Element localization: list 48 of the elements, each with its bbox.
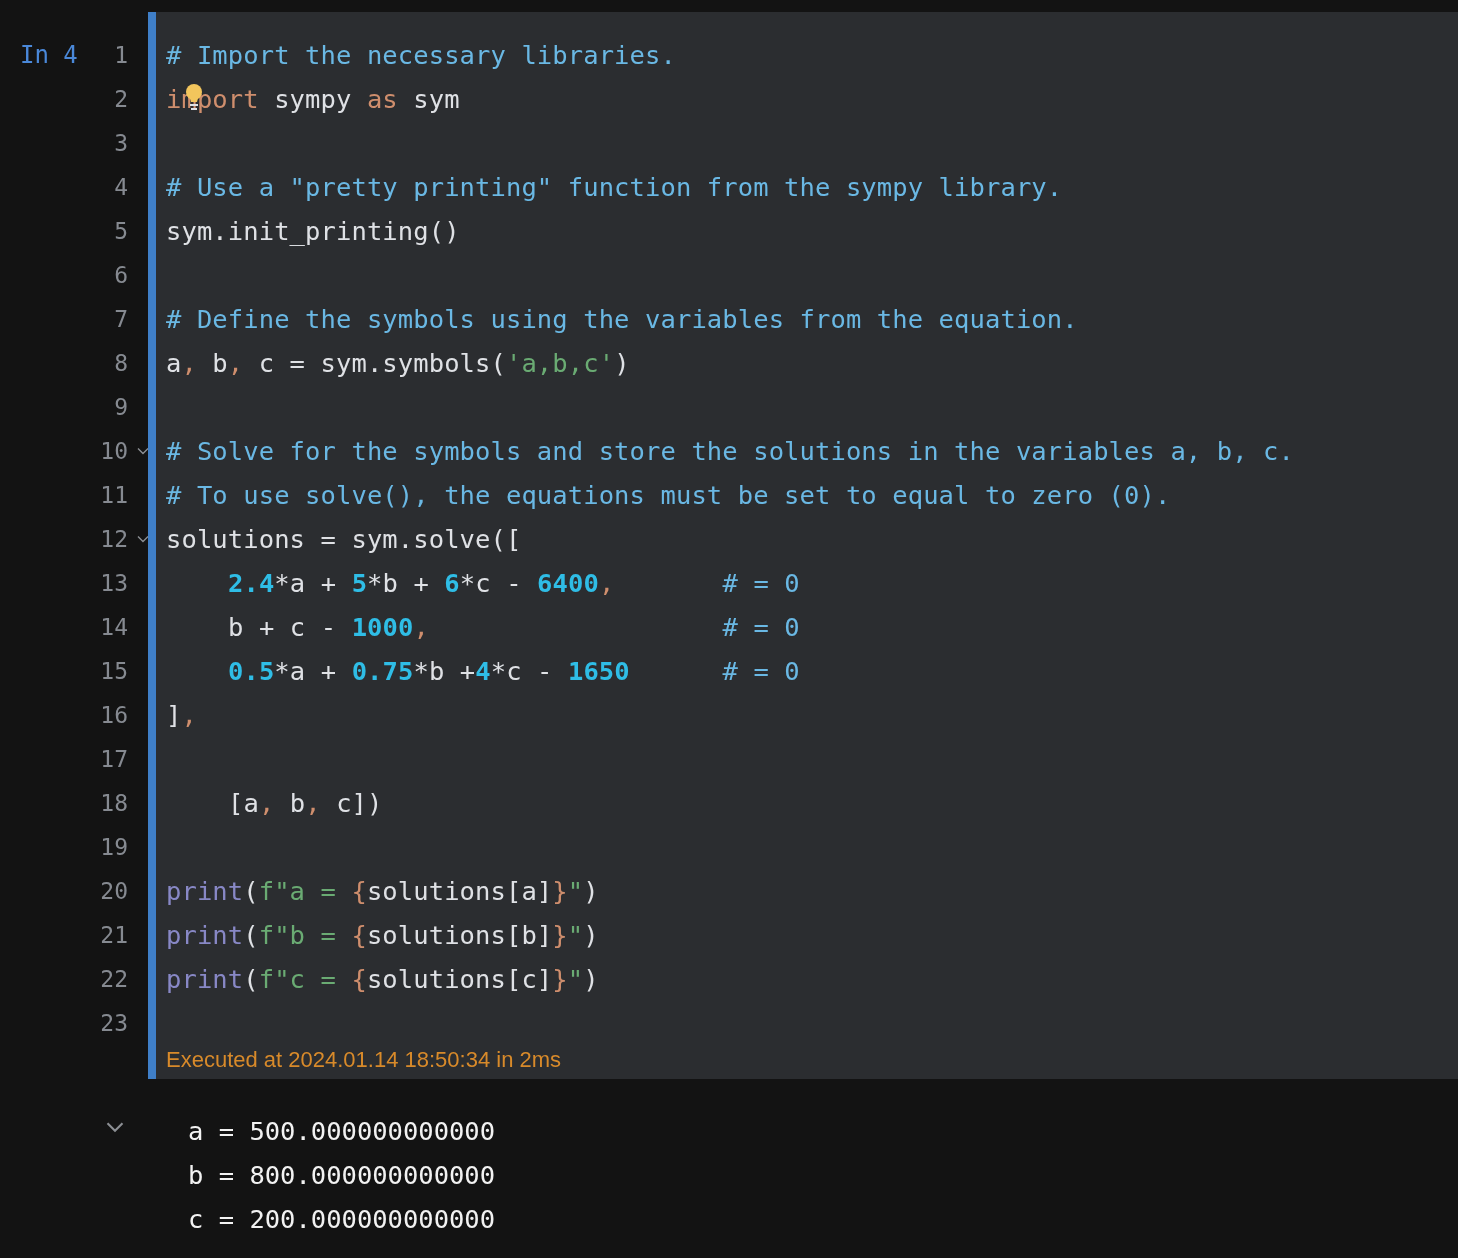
line-number: 21 — [100, 921, 128, 950]
output-line: b = 800.000000000000 — [188, 1159, 496, 1192]
line-number: 7 — [113, 305, 128, 334]
line-number: 22 — [100, 965, 128, 994]
code-line: # Use a "pretty printing" function from the sympy library. — [166, 171, 1063, 204]
code-line: # To use solve(), the equations must be set to equal to zero (0). — [166, 479, 1171, 512]
fold-chevron-icon[interactable] — [137, 446, 149, 456]
fold-chevron-icon[interactable] — [137, 534, 149, 544]
line-number: 3 — [113, 129, 128, 158]
line-number: 20 — [100, 877, 128, 906]
execution-info: Executed at 2024.01.14 18:50:34 in 2ms — [166, 1046, 562, 1074]
line-number: 10 — [100, 437, 128, 466]
code-line: 2.4*a + 5*b + 6*c - 6400, # = 0 — [228, 567, 800, 600]
line-number: 18 — [100, 789, 128, 818]
line-number: 12 — [100, 525, 128, 554]
output-line: c = 200.000000000000 — [188, 1203, 496, 1236]
cell-prompt: In 4 — [20, 40, 79, 71]
code-cell[interactable] — [148, 12, 1458, 1079]
line-number: 17 — [100, 745, 128, 774]
collapse-chevron-icon[interactable] — [105, 1121, 125, 1133]
line-number: 23 — [100, 1009, 128, 1038]
line-number: 1 — [113, 41, 128, 70]
code-line: sym.init_printing() — [166, 215, 460, 248]
code-line: # Import the necessary libraries. — [166, 39, 676, 72]
line-number: 14 — [100, 613, 128, 642]
code-line: print(f"c = {solutions[c]}") — [166, 963, 599, 996]
code-line: solutions = sym.solve([ — [166, 523, 522, 556]
code-line: 0.5*a + 0.75*b +4*c - 1650 # = 0 — [228, 655, 800, 688]
line-number: 16 — [100, 701, 128, 730]
line-number: 6 — [113, 261, 128, 290]
line-number: 2 — [113, 85, 128, 114]
code-line: a, b, c = sym.symbols('a,b,c') — [166, 347, 630, 380]
output-line: a = 500.000000000000 — [188, 1115, 496, 1148]
line-number: 19 — [100, 833, 128, 862]
line-number: 11 — [100, 481, 128, 510]
line-number: 4 — [113, 173, 128, 202]
line-number: 8 — [113, 349, 128, 378]
code-line: # Define the symbols using the variables from the equation. — [166, 303, 1078, 336]
line-number: 15 — [100, 657, 128, 686]
code-line: # Solve for the symbols and store the solutions in the variables a, b, c. — [166, 435, 1295, 468]
line-number: 9 — [113, 393, 128, 422]
code-line: [a, b, c]) — [228, 787, 383, 820]
line-number: 13 — [100, 569, 128, 598]
code-line: print(f"a = {solutions[a]}") — [166, 875, 599, 908]
code-line: b + c - 1000, # = 0 — [228, 611, 800, 644]
line-number: 5 — [113, 217, 128, 246]
code-line: ], — [166, 699, 197, 732]
code-line: print(f"b = {solutions[b]}") — [166, 919, 599, 952]
